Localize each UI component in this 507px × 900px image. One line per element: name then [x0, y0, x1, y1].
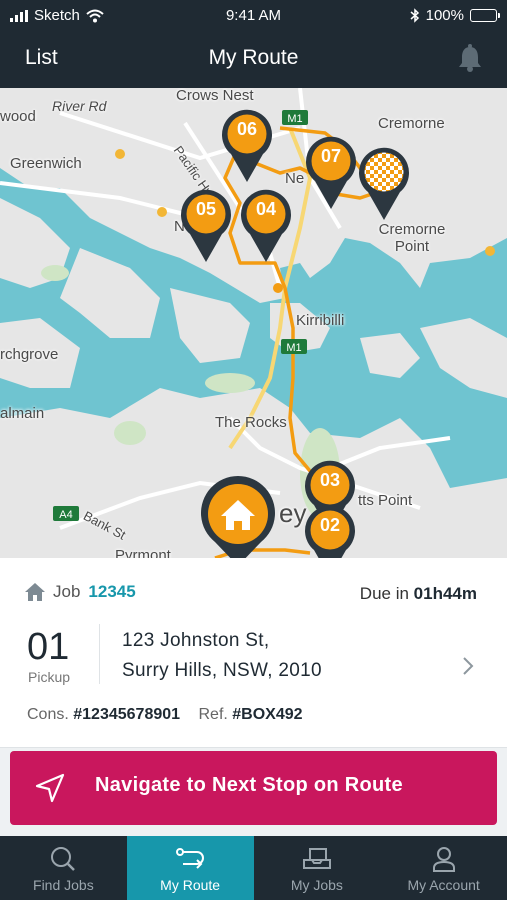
stop-pin-02[interactable]: 02 [304, 504, 356, 558]
status-bar: Sketch 9:41 AM 100% [0, 0, 507, 32]
map-label-cremorne-point: Cremorne Point [378, 221, 446, 255]
due-label: Due in [359, 584, 409, 603]
tab-label: My Jobs [290, 877, 343, 893]
tab-label: My Route [160, 877, 221, 893]
m1-top-label: M1 [287, 113, 302, 125]
bluetooth-icon [410, 8, 419, 23]
home-icon [201, 476, 275, 558]
tab-find-jobs[interactable]: Find Jobs [0, 836, 127, 900]
a4-label: A4 [59, 509, 72, 521]
job-references: Cons. #12345678901 Ref. #BOX492 [27, 706, 317, 724]
map-label-wood: wood [0, 108, 36, 125]
map-label-ey: ey [279, 498, 307, 528]
cons-value: #12345678901 [73, 706, 181, 723]
job-label: Job [53, 582, 81, 601]
box-icon [302, 848, 331, 869]
map-label-cremorne: Cremorne [378, 115, 445, 132]
a4-shield: A4 [53, 506, 79, 521]
navigate-next-stop-button[interactable]: Navigate to Next Stop on Route [10, 751, 497, 825]
cons-label: Cons. [27, 706, 69, 723]
tab-label: My Account [407, 877, 480, 893]
stop-pin-label: 04 [255, 199, 277, 219]
map-label-greenwich: Greenwich [10, 155, 82, 172]
tab-label: Find Jobs [33, 877, 94, 893]
battery-percent: 100% [425, 7, 464, 24]
map-label-the-rocks: The Rocks [215, 414, 287, 431]
address-line-2: Surry Hills, NSW, 2010 [122, 660, 322, 681]
stop-pin-label: 05 [195, 199, 217, 219]
checkered-flag-icon [359, 147, 409, 220]
account-icon [432, 847, 455, 872]
due-value: 01h44m [413, 584, 477, 603]
map-label-crows-nest: Crows Nest [176, 88, 254, 104]
stop-pin-06[interactable]: 06 [221, 108, 273, 184]
stop-number: 01 [27, 626, 70, 668]
map-label-kirribilli: Kirribilli [296, 312, 345, 329]
stop-pin-label: 07 [320, 146, 342, 166]
address-line-1: 123 Johnston St, [122, 630, 270, 651]
map-label-ne: Ne [285, 170, 305, 187]
route-map[interactable]: M1 M1 A4 Crows Nest River Rd wood Greenw… [0, 88, 507, 558]
due-time: Due in 01h44m [360, 584, 477, 604]
battery-icon [470, 9, 500, 22]
m1-shield-top: M1 [282, 110, 308, 125]
tab-my-jobs[interactable]: My Jobs [254, 836, 381, 900]
navigate-button-label: Navigate to Next Stop on Route [95, 774, 403, 796]
map-label-river-rd: River Rd [52, 98, 107, 114]
stop-pin-04[interactable]: 04 [240, 188, 292, 264]
map-label-almain: almain [0, 405, 45, 422]
job-number: 12345 [88, 582, 136, 601]
m1-mid-label: M1 [286, 342, 301, 354]
job-header: Job 12345 [25, 582, 136, 602]
chevron-right-icon[interactable] [461, 656, 475, 676]
stop-pin-label: 02 [319, 515, 341, 535]
map-label-potts-point: tts Point [358, 492, 413, 509]
tab-bar: Find Jobs My Route My Jobs My Account [0, 836, 507, 900]
stop-pin-label: 03 [319, 470, 341, 490]
route-icon [176, 848, 205, 869]
home-pin[interactable] [199, 476, 277, 558]
search-icon [51, 847, 76, 871]
stop-type: Pickup [28, 669, 71, 685]
stop-pin-07[interactable]: 07 [305, 135, 357, 211]
m1-shield-mid: M1 [281, 339, 307, 354]
map-label-rchgrove: rchgrove [0, 346, 59, 363]
page-title: My Route [208, 46, 299, 69]
map-label-pyrmont: Pyrmont [115, 547, 171, 558]
finish-flag-pin[interactable] [358, 146, 410, 222]
bell-icon[interactable] [457, 44, 483, 72]
navigate-arrow-icon [35, 773, 65, 803]
stop-pin-05[interactable]: 05 [180, 188, 232, 264]
home-icon [25, 583, 45, 601]
ref-value: #BOX492 [232, 706, 303, 723]
divider [99, 624, 100, 684]
nav-bar: List My Route [0, 32, 507, 88]
tab-my-route[interactable]: My Route [126, 836, 254, 900]
ref-label: Ref. [198, 706, 228, 723]
tab-my-account[interactable]: My Account [380, 836, 507, 900]
stop-pin-label: 06 [236, 119, 258, 139]
job-card[interactable]: Job 12345 Due in 01h44m 01 Pickup 123 Jo… [0, 558, 507, 748]
